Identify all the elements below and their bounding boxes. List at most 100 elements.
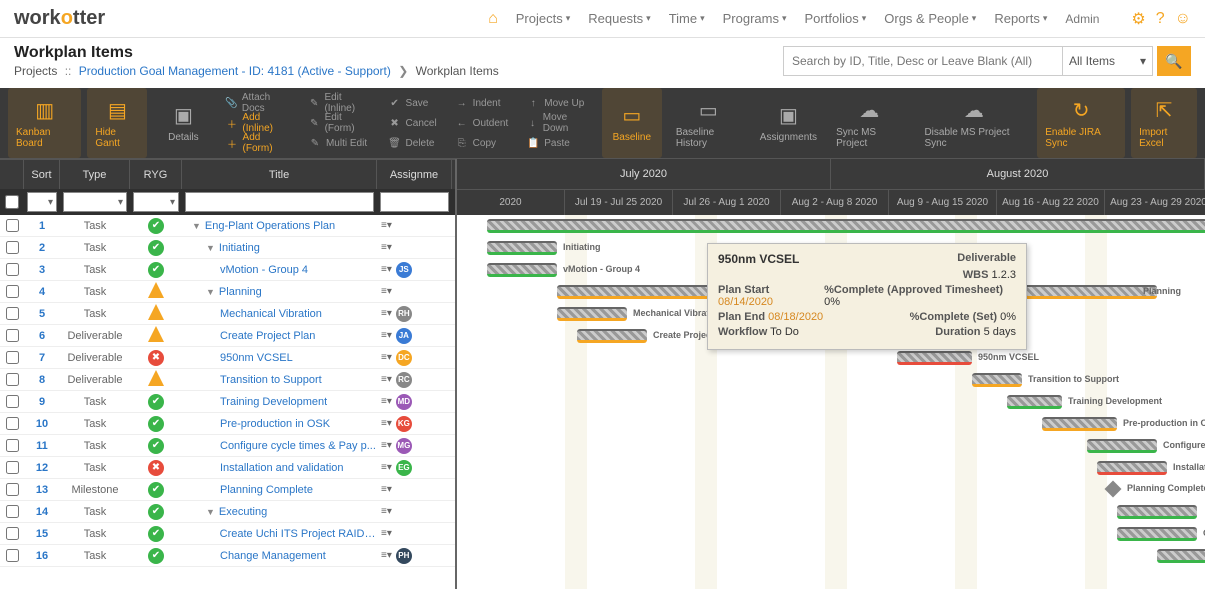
assign-filter[interactable] [380, 192, 449, 212]
gantt-bar[interactable] [1157, 549, 1205, 563]
nav-reports[interactable]: Reports ▾ [994, 11, 1047, 26]
task-link[interactable]: Installation and validation [220, 462, 344, 474]
gantt-bar[interactable] [487, 219, 1205, 233]
sort-filter[interactable]: ▾ [27, 192, 57, 212]
import-excel-button[interactable]: ⇱Import Excel [1131, 88, 1197, 158]
row-menu-icon[interactable]: ≡▾ [381, 506, 392, 517]
row-checkbox[interactable] [6, 373, 19, 386]
save-button[interactable]: ✔Save [388, 94, 437, 112]
gantt-bar[interactable] [577, 329, 647, 343]
table-row[interactable]: 2Task✔▼Initiating≡▾ [0, 237, 455, 259]
admin-link[interactable]: Admin [1065, 12, 1099, 26]
row-menu-icon[interactable]: ≡▾ [381, 308, 392, 319]
row-checkbox[interactable] [6, 483, 19, 496]
gantt-milestone[interactable] [1105, 481, 1122, 498]
row-checkbox[interactable] [6, 285, 19, 298]
row-menu-icon[interactable]: ≡▾ [381, 286, 392, 297]
row-menu-icon[interactable]: ≡▾ [381, 550, 392, 561]
edit-inline-button[interactable]: ✎Edit (Inline) [308, 94, 370, 112]
row-menu-icon[interactable]: ≡▾ [381, 242, 392, 253]
table-row[interactable]: 16Task✔Change Management≡▾PH [0, 545, 455, 567]
table-row[interactable]: 3Task✔vMotion - Group 4≡▾JS [0, 259, 455, 281]
gantt-bar[interactable] [487, 263, 557, 277]
nav-portfolios[interactable]: Portfolios ▾ [805, 11, 867, 26]
row-checkbox[interactable] [6, 307, 19, 320]
col-sort[interactable]: Sort [24, 160, 60, 189]
task-link[interactable]: 950nm VCSEL [220, 352, 293, 364]
search-input[interactable] [783, 46, 1063, 76]
ryg-filter[interactable]: ▾ [133, 192, 179, 212]
task-link[interactable]: Eng-Plant Operations Plan [205, 220, 335, 232]
row-checkbox[interactable] [6, 439, 19, 452]
gantt-bar[interactable] [1117, 527, 1197, 541]
col-ryg[interactable]: RYG [130, 160, 182, 189]
task-link[interactable]: Planning Complete [220, 484, 313, 496]
add-form-button[interactable]: ＋Add (Form) [225, 134, 290, 152]
table-row[interactable]: 4Task▼Planning≡▾ [0, 281, 455, 303]
row-menu-icon[interactable]: ≡▾ [381, 418, 392, 429]
table-row[interactable]: 10Task✔Pre-production in OSK≡▾KG [0, 413, 455, 435]
gantt-bar[interactable] [1087, 439, 1157, 453]
gantt-bar[interactable] [557, 307, 627, 321]
kanban-button[interactable]: ▥Kanban Board [8, 88, 81, 158]
move-down-button[interactable]: ↓Move Down [526, 114, 590, 132]
task-link[interactable]: Planning [219, 286, 262, 298]
assignments-button[interactable]: ▣Assignments [755, 88, 822, 158]
col-assign[interactable]: Assignme [377, 160, 452, 189]
home-icon[interactable]: ⌂ [488, 10, 498, 28]
row-menu-icon[interactable]: ≡▾ [381, 484, 392, 495]
table-row[interactable]: 9Task✔Training Development≡▾MD [0, 391, 455, 413]
gantt-bar[interactable] [1042, 417, 1117, 431]
row-menu-icon[interactable]: ≡▾ [381, 374, 392, 385]
copy-button[interactable]: ⎘Copy [455, 134, 509, 152]
table-row[interactable]: 6DeliverableCreate Project Plan≡▾JA [0, 325, 455, 347]
col-type[interactable]: Type [60, 160, 130, 189]
row-checkbox[interactable] [6, 461, 19, 474]
move-up-button[interactable]: ↑Move Up [526, 94, 590, 112]
row-menu-icon[interactable]: ≡▾ [381, 330, 392, 341]
task-link[interactable]: vMotion - Group 4 [220, 264, 308, 276]
gantt-body[interactable]: 950nm VCSELDeliverable WBS 1.2.3 Plan St… [457, 215, 1205, 589]
row-checkbox[interactable] [6, 263, 19, 276]
title-filter[interactable] [185, 192, 374, 212]
hide-gantt-button[interactable]: ▤Hide Gantt [87, 88, 147, 158]
row-checkbox[interactable] [6, 395, 19, 408]
row-menu-icon[interactable]: ≡▾ [381, 396, 392, 407]
nav-requests[interactable]: Requests ▾ [588, 11, 650, 26]
gantt-bar[interactable] [972, 373, 1022, 387]
search-filter-dropdown[interactable]: All Items▾ [1063, 46, 1153, 76]
disable-ms-button[interactable]: ☁Disable MS Project Sync [916, 88, 1031, 158]
jira-sync-button[interactable]: ↻Enable JIRA Sync [1037, 88, 1125, 158]
row-menu-icon[interactable]: ≡▾ [381, 264, 392, 275]
baseline-history-button[interactable]: ▭Baseline History [668, 88, 749, 158]
table-row[interactable]: 14Task✔▼Executing≡▾ [0, 501, 455, 523]
row-checkbox[interactable] [6, 219, 19, 232]
row-checkbox[interactable] [6, 329, 19, 342]
row-checkbox[interactable] [6, 351, 19, 364]
edit-form-button[interactable]: ✎Edit (Form) [308, 114, 370, 132]
table-row[interactable]: 7Deliverable✖950nm VCSEL≡▾DC [0, 347, 455, 369]
gantt-chart[interactable]: July 2020August 2020 2020Jul 19 - Jul 25… [455, 159, 1205, 589]
breadcrumb-project-link[interactable]: Production Goal Management - ID: 4181 (A… [79, 64, 391, 78]
gear-icon[interactable]: ⚙ [1131, 9, 1145, 29]
task-link[interactable]: Mechanical Vibration [220, 308, 322, 320]
gantt-bar[interactable] [1117, 505, 1197, 519]
search-button[interactable]: 🔍 [1157, 46, 1191, 76]
table-row[interactable]: 1Task✔▼Eng-Plant Operations Plan≡▾ [0, 215, 455, 237]
add-inline-button[interactable]: ＋Add (Inline) [225, 114, 290, 132]
type-filter[interactable]: ▾ [63, 192, 127, 212]
table-row[interactable]: 8DeliverableTransition to Support≡▾RC [0, 369, 455, 391]
task-link[interactable]: Configure cycle times & Pay p... [220, 440, 376, 452]
table-row[interactable]: 11Task✔Configure cycle times & Pay p...≡… [0, 435, 455, 457]
gantt-bar[interactable] [487, 241, 557, 255]
col-title[interactable]: Title [182, 160, 377, 189]
details-button[interactable]: ▣Details [153, 88, 213, 158]
task-link[interactable]: Executing [219, 506, 267, 518]
nav-orgs & people[interactable]: Orgs & People ▾ [884, 11, 976, 26]
row-checkbox[interactable] [6, 505, 19, 518]
nav-time[interactable]: Time ▾ [669, 11, 705, 26]
table-row[interactable]: 13Milestone✔Planning Complete≡▾ [0, 479, 455, 501]
row-checkbox[interactable] [6, 417, 19, 430]
task-link[interactable]: Pre-production in OSK [220, 418, 330, 430]
row-menu-icon[interactable]: ≡▾ [381, 440, 392, 451]
